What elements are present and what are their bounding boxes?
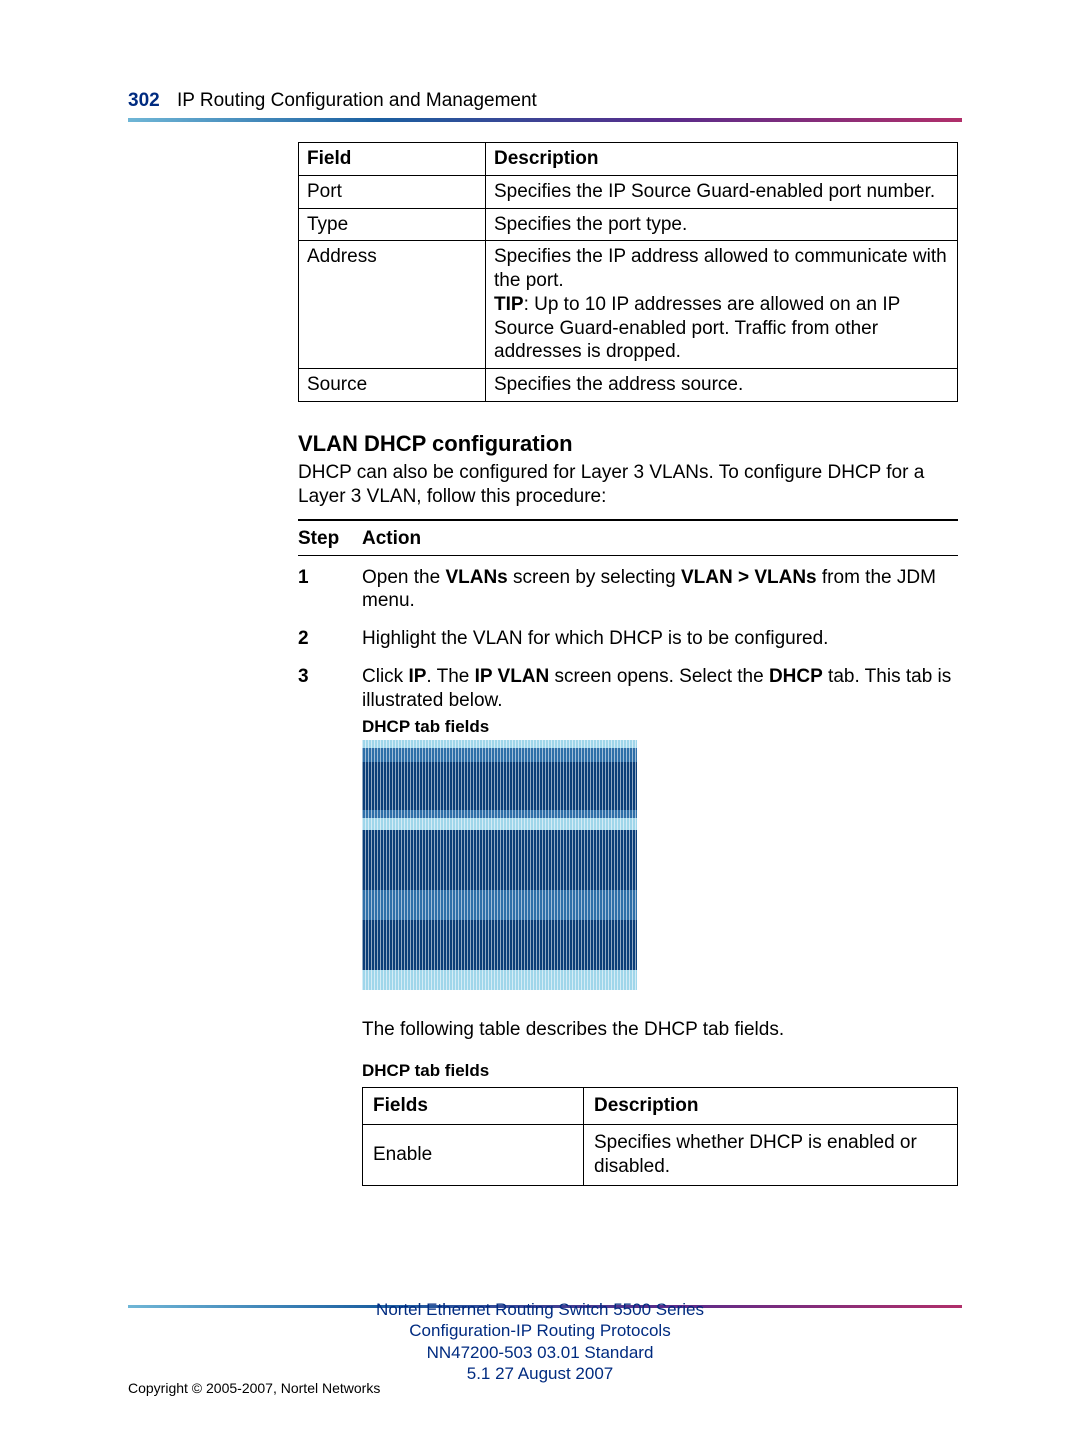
table-header-description: Description [486, 143, 958, 176]
cell-field: Enable [363, 1125, 584, 1186]
steps-list: 1 Open the VLANs screen by selecting VLA… [298, 566, 958, 1186]
page-content: Field Description Port Specifies the IP … [298, 142, 958, 1186]
t: screen by selecting [508, 567, 681, 588]
t: IP VLAN [475, 666, 550, 687]
t: . The [426, 666, 474, 687]
step-text: Open the VLANs screen by selecting VLAN … [362, 566, 958, 614]
action-col-label: Action [362, 527, 421, 551]
step-text: Highlight the VLAN for which DHCP is to … [362, 627, 958, 651]
figure-caption: DHCP tab fields [362, 716, 958, 737]
header-rule [128, 118, 962, 122]
cell-desc: Specifies whether DHCP is enabled or dis… [584, 1125, 958, 1186]
dhcp-tab-screenshot [362, 740, 637, 990]
heading-vlan-dhcp: VLAN DHCP configuration [298, 430, 958, 458]
t: screen opens. Select the [549, 666, 769, 687]
step-1: 1 Open the VLANs screen by selecting VLA… [298, 566, 958, 614]
tip-label: TIP [494, 294, 524, 315]
cell-field: Source [299, 369, 486, 402]
footer-line-1: Nortel Ethernet Routing Switch 5500 Seri… [0, 1299, 1080, 1320]
footer-publication-info: Nortel Ethernet Routing Switch 5500 Seri… [0, 1299, 1080, 1384]
field-description-table: Field Description Port Specifies the IP … [298, 142, 958, 402]
tip-text: : Up to 10 IP addresses are allowed on a… [494, 294, 900, 363]
t: VLAN > VLANs [681, 567, 817, 588]
dhcp-fields-table: Fields Description Enable Specifies whet… [362, 1087, 958, 1185]
running-header: 302 IP Routing Configuration and Managem… [128, 90, 962, 112]
t: IP [408, 666, 426, 687]
intro-paragraph: DHCP can also be configured for Layer 3 … [298, 461, 958, 509]
step-col-label: Step [298, 527, 362, 551]
table-row: Source Specifies the address source. [299, 369, 958, 402]
cell-desc: Specifies the IP Source Guard-enabled po… [486, 175, 958, 208]
step-text: Click IP. The IP VLAN screen opens. Sele… [362, 665, 958, 1186]
table2-caption: DHCP tab fields [362, 1060, 958, 1081]
step-number: 2 [298, 627, 362, 651]
step-2: 2 Highlight the VLAN for which DHCP is t… [298, 627, 958, 651]
step-header: Step Action [298, 521, 958, 556]
step-number: 1 [298, 566, 362, 614]
dhcp-fields-table-wrap: DHCP tab fields Fields Description Enabl… [362, 1060, 958, 1186]
cell-field: Type [299, 208, 486, 241]
t: Click [362, 666, 408, 687]
footer-line-2: Configuration-IP Routing Protocols [0, 1320, 1080, 1341]
copyright-text: Copyright © 2005-2007, Nortel Networks [128, 1380, 380, 1396]
page-number: 302 [128, 90, 160, 111]
table-row: Type Specifies the port type. [299, 208, 958, 241]
t: DHCP [769, 666, 823, 687]
document-page: 302 IP Routing Configuration and Managem… [0, 0, 1080, 1440]
after-figure-text: The following table describes the DHCP t… [362, 1018, 958, 1042]
cell-desc-line: Specifies the IP address allowed to comm… [494, 246, 947, 291]
step-number: 3 [298, 665, 362, 1186]
table-row: Address Specifies the IP address allowed… [299, 241, 958, 369]
footer-line-3: NN47200-503 03.01 Standard [0, 1342, 1080, 1363]
step-3: 3 Click IP. The IP VLAN screen opens. Se… [298, 665, 958, 1186]
table-row: Port Specifies the IP Source Guard-enabl… [299, 175, 958, 208]
cell-desc: Specifies the port type. [486, 208, 958, 241]
table-row: Enable Specifies whether DHCP is enabled… [363, 1125, 958, 1186]
cell-field: Port [299, 175, 486, 208]
cell-desc: Specifies the address source. [486, 369, 958, 402]
table2-header-fields: Fields [363, 1088, 584, 1125]
t: VLANs [445, 567, 507, 588]
table-header-field: Field [299, 143, 486, 176]
cell-desc: Specifies the IP address allowed to comm… [486, 241, 958, 369]
t: Open the [362, 567, 445, 588]
section-title: IP Routing Configuration and Management [177, 90, 537, 111]
table2-header-description: Description [584, 1088, 958, 1125]
cell-field: Address [299, 241, 486, 369]
